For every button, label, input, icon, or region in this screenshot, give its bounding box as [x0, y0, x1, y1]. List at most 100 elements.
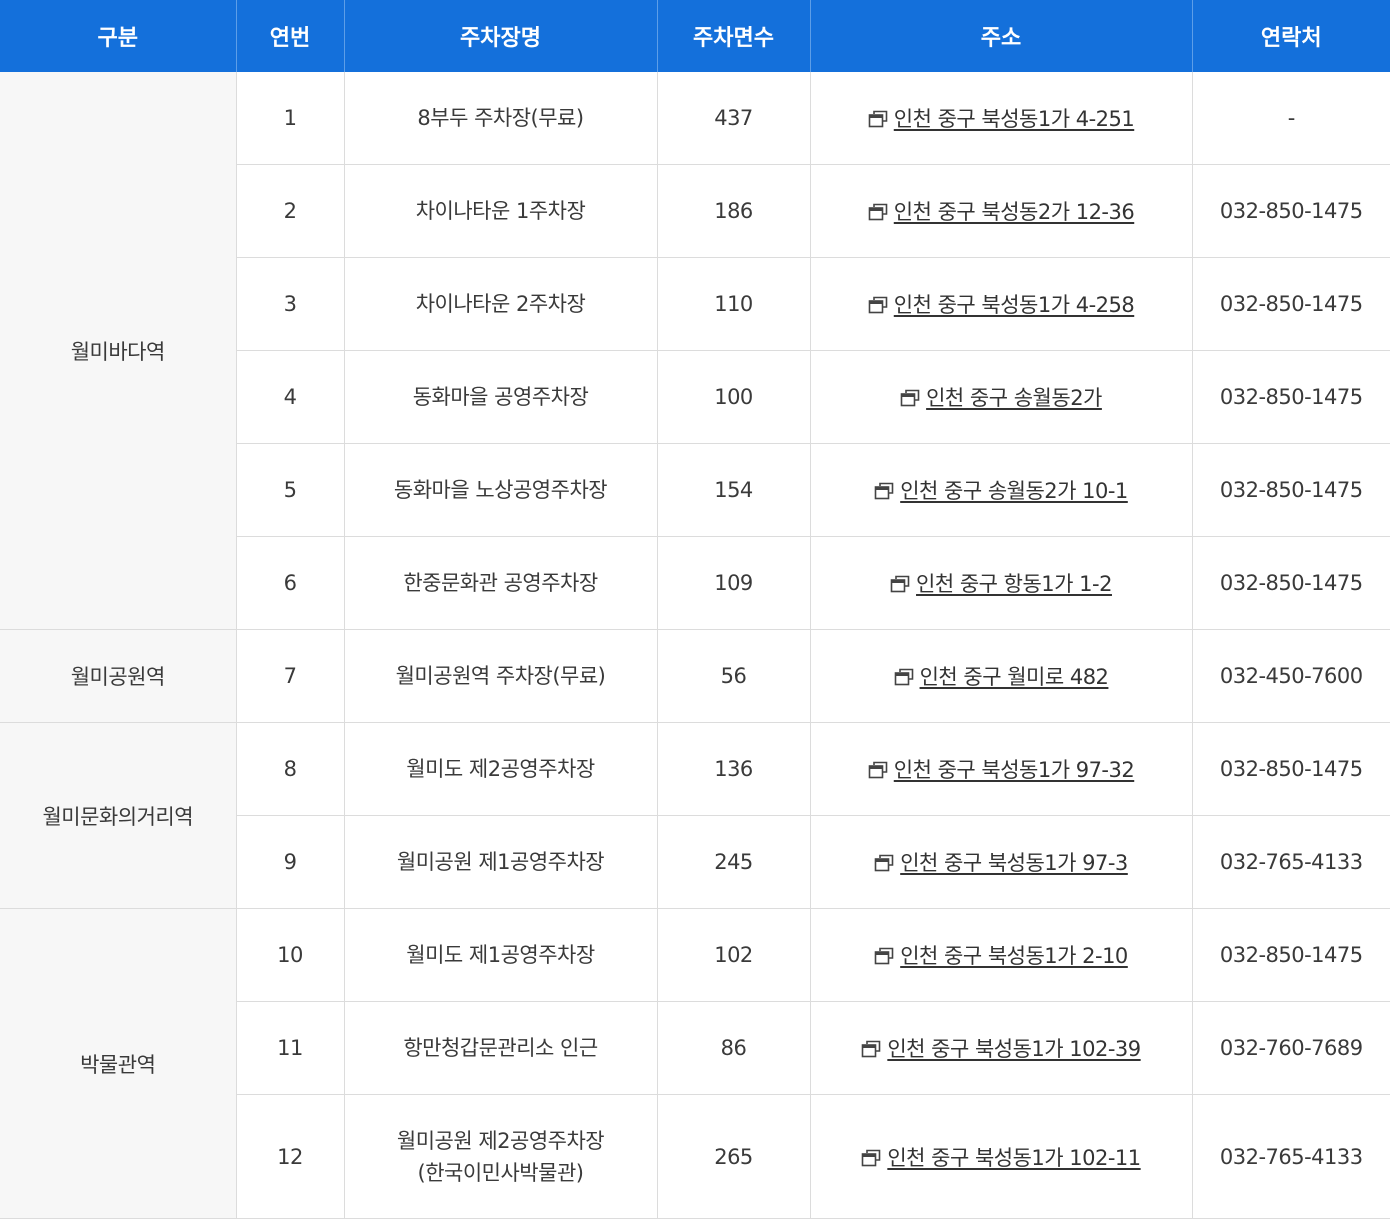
- table-header: 구분 연번 주차장명 주차면수 주소 연락처: [0, 0, 1390, 72]
- contact-number: 032-450-7600: [1191, 629, 1390, 723]
- address-link[interactable]: 인천 중구 북성동1가 4-251: [868, 107, 1135, 131]
- contact-number: 032-765-4133: [1191, 1094, 1390, 1219]
- group-cell: 월미문화의거리역: [0, 722, 236, 909]
- parking-name-line: 8부두 주차장(무료): [417, 106, 584, 130]
- parking-name-line: 월미공원 제1공영주차장: [396, 850, 605, 874]
- address-cell: 인천 중구 북성동1가 102-11: [809, 1094, 1192, 1219]
- row-number: 1: [235, 72, 344, 165]
- new-window-icon: [862, 1040, 881, 1058]
- header-group: 구분: [0, 0, 236, 72]
- parking-count: 109: [656, 536, 810, 630]
- contact-number: 032-850-1475: [1191, 164, 1390, 258]
- address-link[interactable]: 인천 중구 북성동1가 102-11: [861, 1145, 1141, 1170]
- address-text: 인천 중구 북성동1가 97-3: [900, 851, 1128, 875]
- parking-count: 245: [656, 815, 810, 909]
- parking-name: 월미공원 제2공영주차장 (한국이민사박물관): [343, 1094, 657, 1219]
- parking-name-line: 월미공원 제2공영주차장: [396, 1128, 605, 1153]
- address-text: 인천 중구 북성동1가 102-11: [887, 1145, 1141, 1170]
- row-number: 6: [235, 536, 344, 630]
- parking-name-line: (한국이민사박물관): [417, 1160, 584, 1185]
- new-window-icon: [874, 482, 894, 500]
- contact-number: 032-850-1475: [1191, 443, 1390, 537]
- group-cell: 박물관역: [0, 908, 236, 1219]
- address-link[interactable]: 인천 중구 송월동2가 10-1: [874, 479, 1128, 503]
- header-contact: 연락처: [1191, 0, 1390, 72]
- header-count: 주차면수: [656, 0, 810, 72]
- parking-name: 동화마을 노상공영주차장: [343, 443, 657, 537]
- parking-name: 동화마을 공영주차장: [343, 350, 657, 444]
- header-no: 연번: [235, 0, 344, 72]
- address-text: 인천 중구 북성동2가 12-36: [893, 200, 1135, 224]
- new-window-icon: [868, 110, 888, 128]
- parking-name-line: 월미도 제1공영주차장: [406, 943, 595, 967]
- parking-count: 110: [656, 257, 810, 351]
- parking-name: 월미공원 제1공영주차장: [343, 815, 657, 909]
- parking-count: 56: [656, 629, 810, 723]
- table-body: 월미바다역 1 8부두 주차장(무료) 437 인천 중구 북성동1가 4-251-2 차…: [0, 72, 1390, 1219]
- address-link[interactable]: 인천 중구 북성동2가 12-36: [868, 200, 1135, 224]
- address-link[interactable]: 인천 중구 월미로 482: [894, 665, 1109, 689]
- parking-count: 100: [656, 350, 810, 444]
- row-number: 9: [235, 815, 344, 909]
- address-cell: 인천 중구 송월동2가 10-1: [809, 443, 1192, 537]
- address-text: 인천 중구 북성동1가 97-32: [893, 758, 1135, 782]
- parking-count: 154: [656, 443, 810, 537]
- address-cell: 인천 중구 북성동1가 102-39: [809, 1001, 1192, 1095]
- row-number: 7: [235, 629, 344, 723]
- header-row: 구분 연번 주차장명 주차면수 주소 연락처: [0, 0, 1390, 72]
- table-row: 월미바다역 1 8부두 주차장(무료) 437 인천 중구 북성동1가 4-251 -: [0, 72, 1390, 630]
- parking-name-line: 월미공원역 주차장(무료): [395, 664, 606, 688]
- row-number: 10: [235, 908, 344, 1002]
- contact-number: -: [1191, 72, 1390, 165]
- table-row: 월미공원역 7 월미공원역 주차장(무료) 56 인천 중구 월미로 482 032-45…: [0, 629, 1390, 723]
- address-cell: 인천 중구 항동1가 1-2: [809, 536, 1192, 630]
- new-window-icon: [874, 854, 894, 872]
- table-row: 박물관역 10 월미도 제1공영주차장 102 인천 중구 북성동1가 2-10 032-…: [0, 908, 1390, 1219]
- parking-name: 월미도 제1공영주차장: [343, 908, 657, 1002]
- row-number: 8: [235, 722, 344, 816]
- parking-name: 차이나타운 1주차장: [343, 164, 657, 258]
- row-number: 11: [235, 1001, 344, 1095]
- contact-number: 032-850-1475: [1191, 722, 1390, 816]
- address-cell: 인천 중구 월미로 482: [809, 629, 1192, 723]
- address-text: 인천 중구 월미로 482: [919, 665, 1109, 689]
- parking-name-line: 동화마을 노상공영주차장: [393, 478, 608, 502]
- parking-count: 102: [656, 908, 810, 1002]
- parking-name-line: 항만청갑문관리소 인근: [403, 1036, 598, 1060]
- group-cell: 월미공원역: [0, 629, 236, 723]
- parking-name-line: 차이나타운 2주차장: [415, 292, 586, 316]
- row-number: 2: [235, 164, 344, 258]
- address-link[interactable]: 인천 중구 북성동1가 97-3: [874, 851, 1128, 875]
- parking-count: 437: [656, 72, 810, 165]
- address-cell: 인천 중구 북성동1가 97-32: [809, 722, 1192, 816]
- contact-number: 032-850-1475: [1191, 257, 1390, 351]
- address-link[interactable]: 인천 중구 북성동1가 102-39: [861, 1037, 1141, 1061]
- address-cell: 인천 중구 북성동1가 4-251: [809, 72, 1192, 165]
- contact-number: 032-760-7689: [1191, 1001, 1390, 1095]
- row-number: 3: [235, 257, 344, 351]
- address-link[interactable]: 인천 중구 항동1가 1-2: [890, 572, 1112, 596]
- group-cell: 월미바다역: [0, 72, 236, 630]
- new-window-icon: [862, 1149, 881, 1166]
- address-link[interactable]: 인천 중구 북성동1가 2-10: [874, 944, 1128, 968]
- address-text: 인천 중구 송월동2가 10-1: [900, 479, 1128, 503]
- row-number: 4: [235, 350, 344, 444]
- address-link[interactable]: 인천 중구 북성동1가 97-32: [868, 758, 1135, 782]
- contact-number: 032-850-1475: [1191, 908, 1390, 1002]
- parking-count: 136: [656, 722, 810, 816]
- parking-name: 항만청갑문관리소 인근: [343, 1001, 657, 1095]
- parking-name-line: 동화마을 공영주차장: [412, 385, 589, 409]
- address-text: 인천 중구 북성동1가 4-251: [893, 107, 1135, 131]
- address-text: 인천 중구 북성동1가 2-10: [900, 944, 1128, 968]
- contact-number: 032-850-1475: [1191, 536, 1390, 630]
- address-cell: 인천 중구 북성동1가 2-10: [809, 908, 1192, 1002]
- address-link[interactable]: 인천 중구 송월동2가: [900, 386, 1102, 410]
- contact-number: 032-850-1475: [1191, 350, 1390, 444]
- address-text: 인천 중구 북성동1가 102-39: [887, 1037, 1141, 1061]
- contact-number: 032-765-4133: [1191, 815, 1390, 909]
- new-window-icon: [900, 389, 920, 407]
- parking-count: 186: [656, 164, 810, 258]
- address-link[interactable]: 인천 중구 북성동1가 4-258: [868, 293, 1135, 317]
- new-window-icon: [868, 203, 888, 221]
- parking-name-line: 월미도 제2공영주차장: [406, 757, 595, 781]
